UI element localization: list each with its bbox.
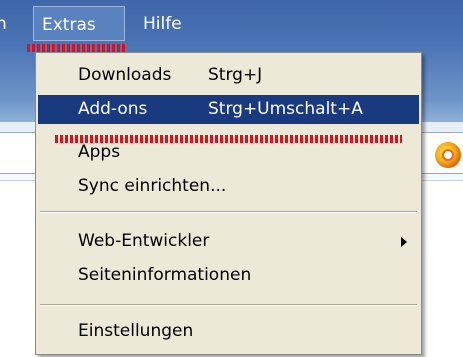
- menu-item-label: Downloads: [78, 65, 172, 85]
- chevron-right-icon: [401, 237, 407, 247]
- menu-item-label: Seiteninformationen: [78, 265, 252, 285]
- menu-item-shortcut: Strg+J: [208, 65, 263, 85]
- menu-item-settings[interactable]: Einstellungen: [38, 317, 419, 346]
- menubar-item-partial[interactable]: n: [0, 14, 7, 34]
- menu-item-downloads[interactable]: Downloads Strg+J: [38, 61, 419, 90]
- menu-item-shortcut: Strg+Umschalt+A: [208, 99, 363, 119]
- menu-item-add-ons[interactable]: Add-ons Strg+Umschalt+A: [38, 95, 419, 124]
- marker-add-ons: [55, 135, 402, 143]
- extras-menu: Downloads Strg+J Add-ons Strg+Umschalt+A…: [35, 52, 422, 355]
- menu-separator: [40, 304, 417, 306]
- menu-separator: [40, 211, 417, 213]
- menubar-item-hilfe[interactable]: Hilfe: [143, 14, 182, 34]
- menu-item-page-info[interactable]: Seiteninformationen: [38, 261, 419, 290]
- marker-extras: [27, 44, 127, 52]
- menu-item-label: Add-ons: [78, 99, 148, 119]
- menu-item-web-developer[interactable]: Web-Entwickler: [38, 227, 419, 256]
- menubar-item-extras[interactable]: Extras: [33, 6, 125, 41]
- menu-item-sync[interactable]: Sync einrichten...: [38, 172, 419, 201]
- duckduckgo-icon[interactable]: [435, 142, 461, 168]
- menu-item-label: Sync einrichten...: [78, 176, 227, 196]
- menu-item-label: Web-Entwickler: [78, 231, 210, 251]
- menu-item-label: Einstellungen: [78, 321, 194, 341]
